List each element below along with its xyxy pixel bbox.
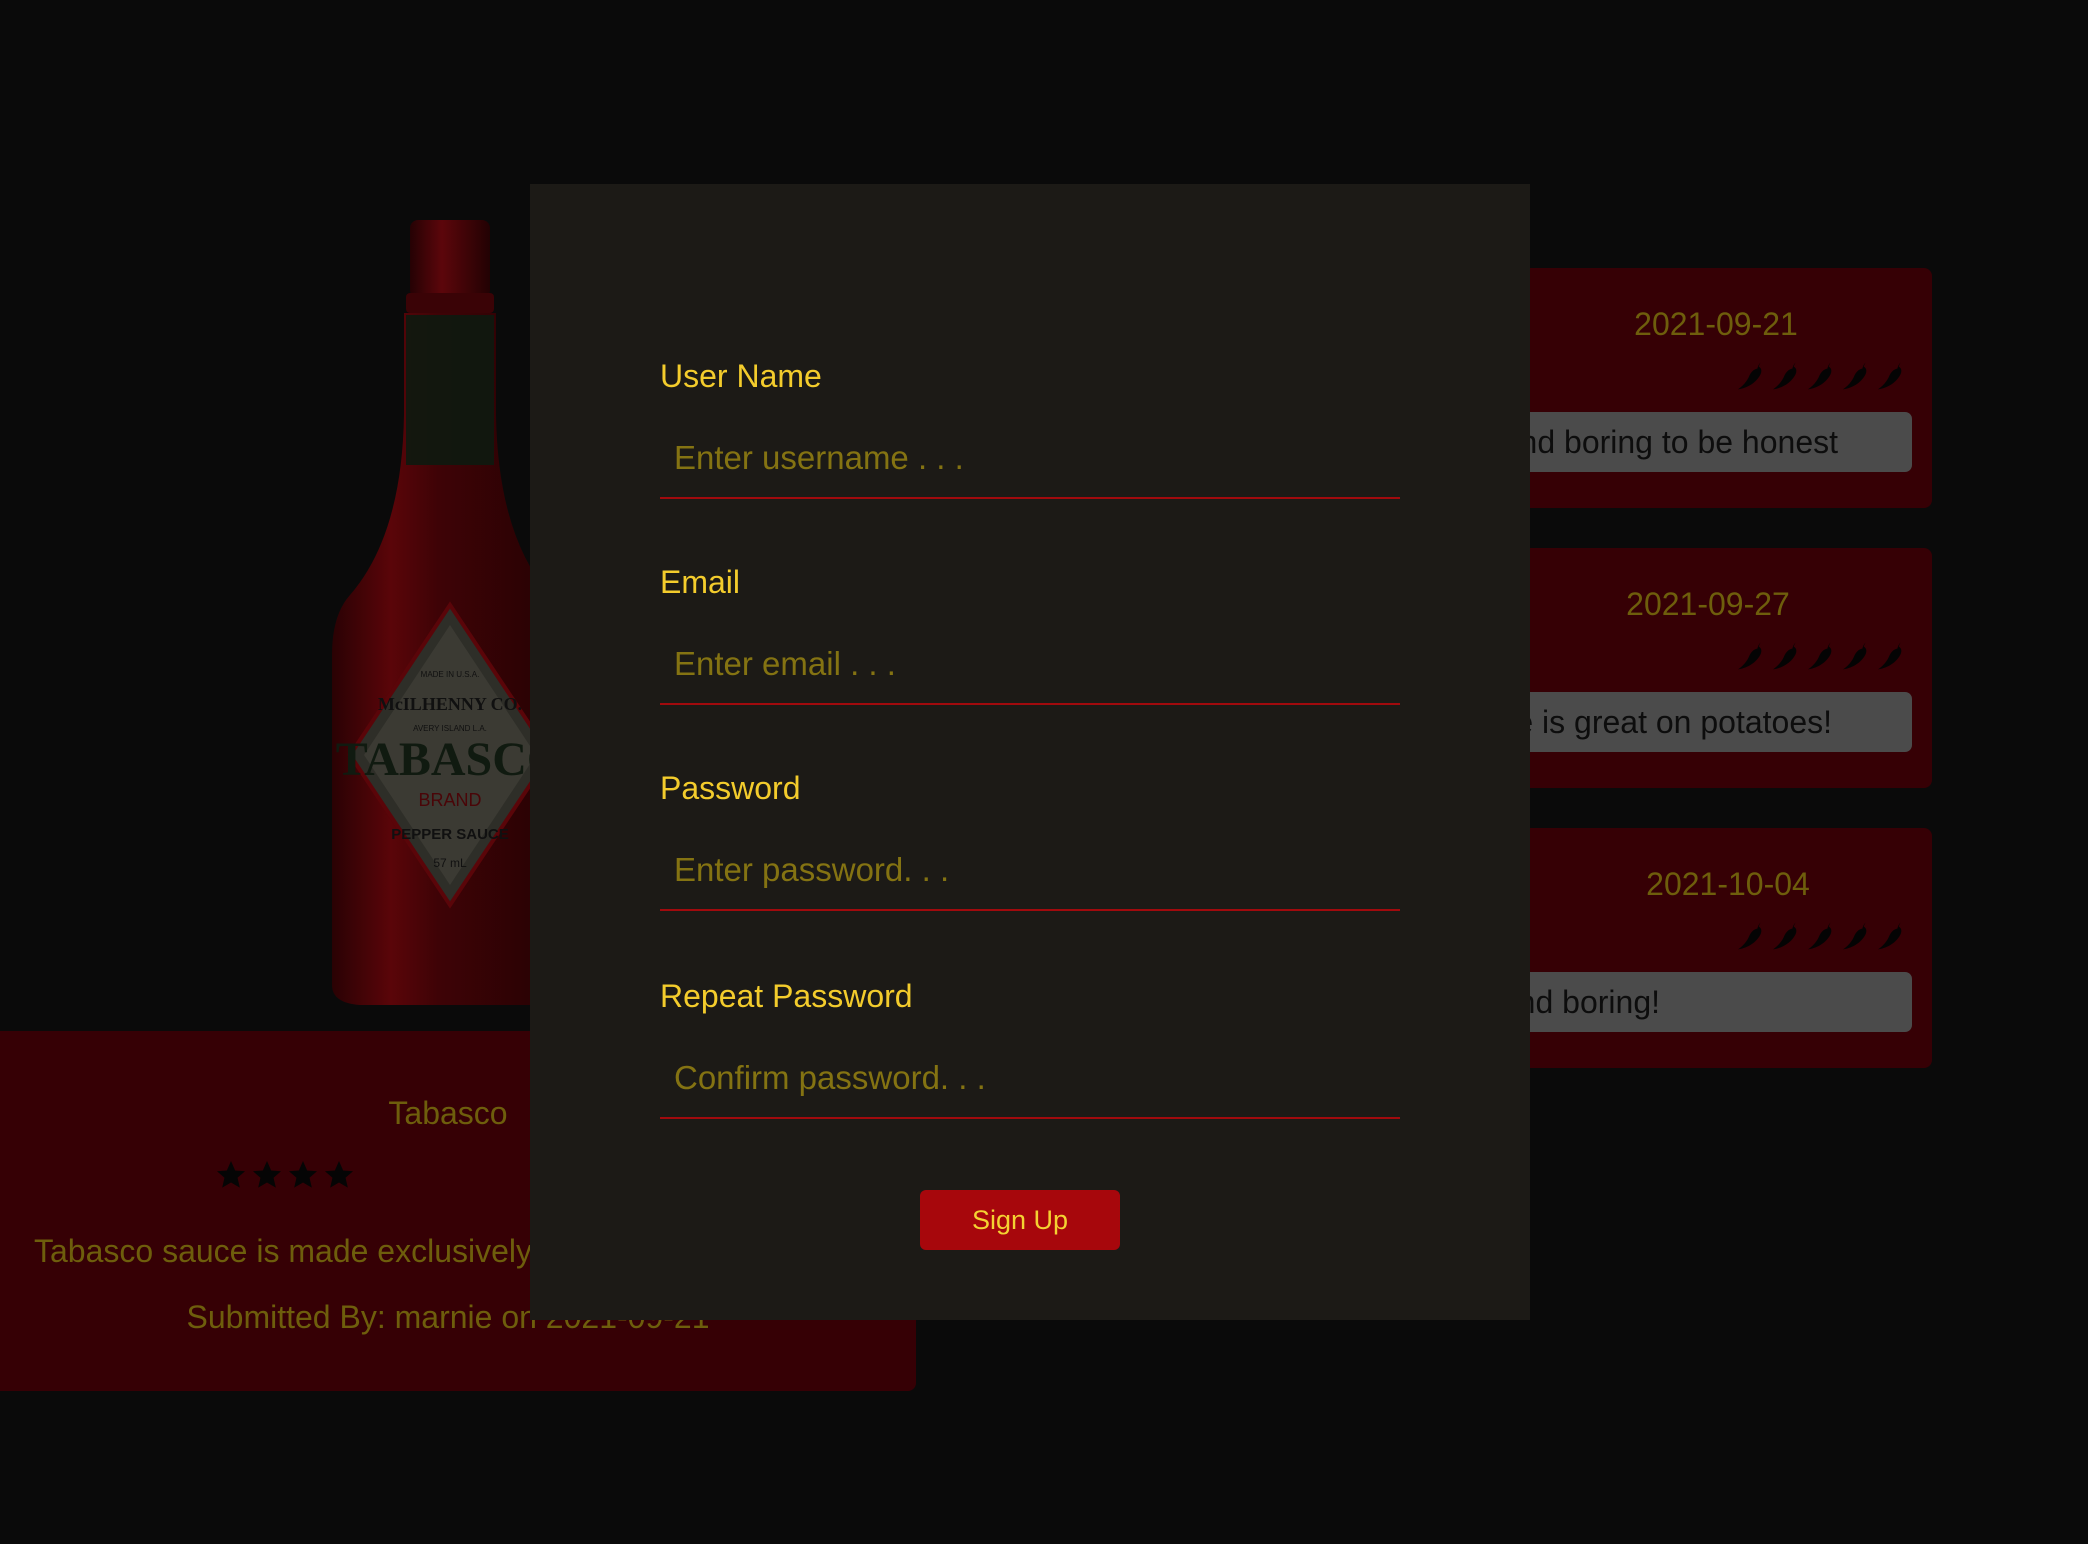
bottle-origin-text: AVERY ISLAND L.A. xyxy=(413,724,487,733)
pepper-icon xyxy=(1843,642,1867,670)
bottle-sub-text: BRAND xyxy=(418,790,481,810)
pepper-icon xyxy=(1808,922,1832,950)
email-field-group: Email xyxy=(660,562,1400,705)
review-date: 2021-10-04 xyxy=(1646,866,1810,902)
password-field-group: Password xyxy=(660,768,1400,911)
star-icon xyxy=(289,1161,317,1188)
pepper-icon xyxy=(1878,922,1902,950)
page: TABASCO BRAND PEPPER SAUCE McILHENNY CO.… xyxy=(0,0,2088,1544)
review-text: nd boring! xyxy=(1500,972,1912,1032)
bottle-made-text: MADE IN U.S.A. xyxy=(421,670,480,679)
review-card: 2021-09-21 nd boring to be honest xyxy=(1500,268,1932,508)
pepper-icon xyxy=(1773,362,1797,390)
username-label: User Name xyxy=(660,358,822,394)
bottle-volume-text: 57 mL xyxy=(433,856,467,870)
username-input[interactable] xyxy=(660,419,1400,499)
review-date: 2021-09-21 xyxy=(1634,306,1798,342)
pepper-icon xyxy=(1878,362,1902,390)
review-card: 2021-09-27 e is great on potatoes! xyxy=(1500,548,1932,788)
star-icon xyxy=(217,1161,245,1188)
pepper-icon xyxy=(1773,922,1797,950)
pepper-icon xyxy=(1738,642,1762,670)
review-card: 2021-10-04 nd boring! xyxy=(1500,828,1932,1068)
email-input[interactable] xyxy=(660,625,1400,705)
pepper-icon xyxy=(1738,362,1762,390)
pepper-icon xyxy=(1843,922,1867,950)
review-rating xyxy=(1734,360,1906,392)
repeat-password-label: Repeat Password xyxy=(660,978,913,1014)
repeat-password-field-group: Repeat Password xyxy=(660,976,1400,1119)
username-field-group: User Name xyxy=(660,356,1400,499)
password-label: Password xyxy=(660,770,801,806)
review-date: 2021-09-27 xyxy=(1626,586,1790,622)
review-text: nd boring to be honest xyxy=(1500,412,1912,472)
signup-modal: User Name Email Password Repeat Password… xyxy=(530,184,1530,1320)
password-input[interactable] xyxy=(660,831,1400,911)
bottle-type-text: PEPPER SAUCE xyxy=(391,826,509,843)
product-rating xyxy=(215,1159,355,1191)
pepper-icon xyxy=(1878,642,1902,670)
pepper-icon xyxy=(1808,642,1832,670)
pepper-icon xyxy=(1843,362,1867,390)
pepper-icon xyxy=(1773,642,1797,670)
email-label: Email xyxy=(660,564,741,600)
review-rating xyxy=(1734,640,1906,672)
star-icon xyxy=(253,1161,281,1188)
star-icon xyxy=(325,1161,353,1188)
pepper-icon xyxy=(1808,362,1832,390)
repeat-password-input[interactable] xyxy=(660,1039,1400,1119)
review-rating xyxy=(1734,920,1906,952)
sign-up-button[interactable]: Sign Up xyxy=(920,1190,1120,1250)
product-description: Tabasco sauce is made exclusively xyxy=(34,1233,533,1269)
review-text: e is great on potatoes! xyxy=(1500,692,1912,752)
pepper-icon xyxy=(1738,922,1762,950)
bottle-maker-text: McILHENNY CO. xyxy=(378,694,522,714)
